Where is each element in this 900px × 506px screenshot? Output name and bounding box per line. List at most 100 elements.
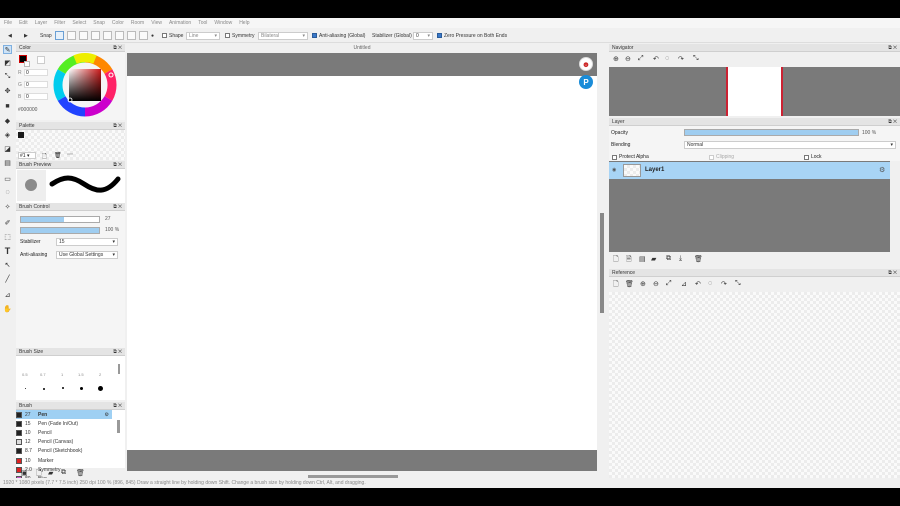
rotate-left-icon[interactable]: ↶: [653, 55, 659, 63]
layer-visibility-icon[interactable]: ◉: [612, 167, 616, 173]
stabilizer-select[interactable]: 0 ▾: [413, 31, 433, 40]
size-preset-dot[interactable]: [98, 386, 103, 391]
mascot-icon[interactable]: ☻: [579, 57, 593, 71]
snap-radial-icon[interactable]: [103, 31, 112, 40]
menu-help[interactable]: Help: [239, 20, 249, 26]
rotate-reset-icon[interactable]: ◌: [665, 55, 669, 62]
transparent-swatch[interactable]: [37, 56, 45, 64]
shape-select[interactable]: Line ▾: [186, 31, 220, 40]
duplicate-layer-icon[interactable]: ⧉: [666, 255, 671, 263]
panel-close-icon[interactable]: ⧉ ✕: [113, 349, 122, 355]
menu-animation[interactable]: Animation: [169, 20, 191, 26]
protect-alpha-toggle[interactable]: Protect Alpha: [612, 154, 649, 160]
menu-room[interactable]: Room: [131, 20, 144, 26]
clipping-toggle[interactable]: Clipping: [709, 154, 734, 160]
hand-tool-icon[interactable]: ✋: [3, 304, 12, 313]
brush-delete-icon[interactable]: 🗑: [76, 469, 85, 477]
symmetry-toggle[interactable]: Symmetry: [225, 31, 255, 40]
delete-palette-icon[interactable]: 🗑: [54, 152, 62, 159]
select-pen-icon[interactable]: ✐: [3, 218, 12, 227]
brush-folder-icon[interactable]: ▰: [48, 469, 53, 477]
merge-down-icon[interactable]: ⤓: [679, 255, 682, 263]
brush-size-scrollbar[interactable]: [118, 364, 120, 374]
move-tool-icon[interactable]: ✥: [3, 86, 12, 95]
panel-close-icon[interactable]: ⧉ ✕: [888, 119, 897, 125]
reference-rotate-left-icon[interactable]: ↶: [695, 280, 701, 288]
reference-delete-icon[interactable]: 🗑: [625, 280, 634, 288]
navigator-viewport[interactable]: [726, 67, 783, 116]
panel-close-icon[interactable]: ⧉ ✕: [113, 123, 122, 129]
b-input[interactable]: 0: [24, 93, 48, 100]
snap-settings-icon[interactable]: [139, 31, 148, 40]
layer-opacity-slider[interactable]: [684, 129, 859, 136]
color-wheel[interactable]: [53, 53, 117, 117]
hex-value[interactable]: #000000: [18, 107, 37, 113]
redo-icon[interactable]: ▶: [24, 31, 28, 40]
panel-close-icon[interactable]: ⧉ ✕: [113, 204, 122, 210]
brush-item[interactable]: 15 Pen (Fade In/Out): [16, 419, 112, 428]
text-tool-icon[interactable]: T: [3, 246, 12, 256]
magic-wand-icon[interactable]: ✧: [3, 202, 12, 211]
rotate-right-icon[interactable]: ↷: [678, 55, 684, 63]
menu-file[interactable]: File: [4, 20, 12, 26]
menu-edit[interactable]: Edit: [19, 20, 28, 26]
brush-settings-icon[interactable]: ⚙: [105, 412, 109, 418]
panel-close-icon[interactable]: ⧉ ✕: [113, 403, 122, 409]
undo-icon[interactable]: ◀: [8, 31, 12, 40]
select-rect-icon[interactable]: ▭: [3, 174, 12, 183]
brush-item[interactable]: 27 Pen ⚙: [16, 410, 112, 419]
snap-vanishing-icon[interactable]: [91, 31, 100, 40]
blending-select[interactable]: Normal ▾: [684, 141, 896, 149]
r-input[interactable]: 0: [24, 69, 48, 76]
brush-item[interactable]: 8.7 Pencil (Sketchbook): [16, 447, 112, 456]
new-layer-alt-icon[interactable]: 🗎: [626, 255, 632, 266]
panel-close-icon[interactable]: ⧉ ✕: [888, 270, 897, 276]
patreon-icon[interactable]: P: [579, 75, 593, 89]
fit-icon[interactable]: ⤢: [638, 55, 644, 63]
reference-fit-icon[interactable]: ⤢: [666, 280, 672, 288]
canvas-vertical-scrollbar[interactable]: [600, 213, 604, 313]
fill-tool-icon[interactable]: ◈: [3, 130, 12, 139]
drawing-canvas[interactable]: [127, 76, 597, 450]
size-preset-dot[interactable]: [62, 387, 64, 389]
panel-close-icon[interactable]: ⧉ ✕: [113, 162, 122, 168]
layer-row[interactable]: ◉ Layer1 ⚙: [609, 162, 890, 179]
brush-antialias-select[interactable]: Use Global Settings ▾: [56, 251, 118, 259]
zoom-in-icon[interactable]: ⊕: [613, 55, 619, 63]
snap-circle-icon[interactable]: [115, 31, 124, 40]
divide-tool-icon[interactable]: ╱: [3, 274, 12, 283]
snap-cross-icon[interactable]: [79, 31, 88, 40]
layer-settings-icon[interactable]: ⚙: [879, 166, 885, 174]
snap-parallel-icon[interactable]: [67, 31, 76, 40]
menu-tool[interactable]: Tool: [198, 20, 207, 26]
eyedropper-icon[interactable]: ⊿: [3, 290, 12, 299]
menu-window[interactable]: Window: [214, 20, 232, 26]
secondary-color-swatch[interactable]: [24, 61, 30, 67]
delete-layer-icon[interactable]: 🗑: [694, 255, 703, 263]
size-preset-dot[interactable]: [25, 388, 26, 389]
menu-view[interactable]: View: [151, 20, 162, 26]
gradient-tool-icon[interactable]: ⤡: [3, 72, 12, 81]
brush-item[interactable]: 10 Pencil: [16, 428, 112, 437]
navigator-preview[interactable]: [609, 67, 900, 116]
zoom-out-icon[interactable]: ⊖: [625, 55, 631, 63]
brush-item[interactable]: 10 Marker: [16, 456, 112, 465]
palette-swatch[interactable]: [18, 132, 24, 138]
brush-opacity-slider[interactable]: [20, 227, 100, 234]
bucket-tool-icon[interactable]: ◪: [3, 144, 12, 153]
layer-name[interactable]: Layer1: [645, 167, 664, 173]
antialias-toggle[interactable]: Anti-aliasing (Global): [312, 31, 365, 40]
menu-color[interactable]: Color: [112, 20, 124, 26]
snap-curve-icon[interactable]: [127, 31, 136, 40]
new-layer-icon[interactable]: 🗋: [613, 255, 619, 266]
pen-tool-icon[interactable]: ✎: [3, 45, 12, 54]
menu-snap[interactable]: Snap: [93, 20, 105, 26]
canvas-tab-title[interactable]: Untitled: [127, 44, 597, 53]
brush-stabilizer-select[interactable]: 15 ▾: [56, 238, 118, 246]
flip-icon[interactable]: ⤡: [693, 55, 699, 63]
brush-list-scrollbar[interactable]: [117, 420, 120, 433]
select-eraser-icon[interactable]: ⬚: [3, 232, 12, 241]
brush-size-slider[interactable]: [20, 216, 100, 223]
new-vector-layer-icon[interactable]: ▤: [639, 255, 646, 263]
size-preset-dot[interactable]: [80, 387, 83, 390]
